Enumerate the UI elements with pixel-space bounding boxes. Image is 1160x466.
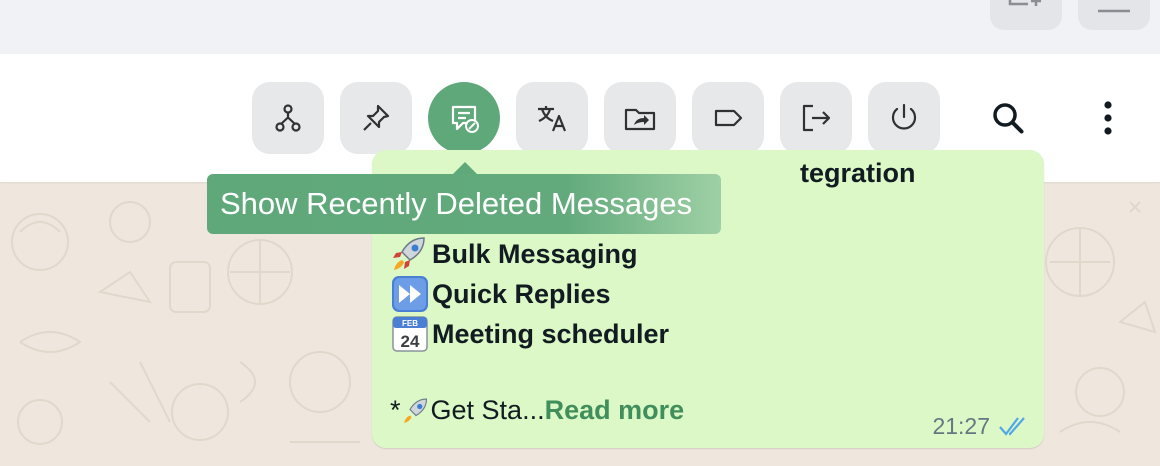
show-deleted-messages-button[interactable] (428, 82, 500, 154)
deleted-messages-icon (451, 105, 479, 133)
menu-button[interactable] (1078, 0, 1150, 30)
branch-icon (275, 104, 301, 132)
top-strip (0, 0, 1160, 54)
read-more-link[interactable]: Read more (545, 395, 685, 426)
menu-icon (1098, 9, 1130, 13)
calendar-day: 24 (401, 332, 420, 351)
cta-prefix: * (390, 395, 401, 425)
feature-label: Meeting scheduler (432, 318, 670, 349)
pin-button[interactable] (340, 82, 412, 154)
folder-share-icon (624, 108, 656, 131)
partial-feature-text: tegration (800, 158, 916, 188)
feature-label: Bulk Messaging (432, 238, 638, 269)
folder-share-button[interactable] (604, 82, 676, 154)
rocket-icon (393, 237, 425, 270)
fast-forward-icon (392, 276, 428, 312)
calendar-icon: FEB 24 (392, 316, 428, 352)
tooltip: Show Recently Deleted Messages (207, 174, 721, 234)
new-chat-button[interactable] (990, 0, 1062, 30)
search-icon (993, 103, 1024, 134)
feature-line-quick-replies: Quick Replies (390, 274, 611, 314)
cta-text: Get Sta... (430, 395, 545, 425)
double-check-icon (999, 417, 1025, 436)
branch-button[interactable] (252, 82, 324, 154)
feature-line-meeting-scheduler: FEB 24 Meeting scheduler (390, 314, 669, 354)
power-button[interactable] (868, 82, 940, 154)
logout-icon (802, 104, 831, 132)
search-button[interactable] (984, 94, 1032, 142)
more-options-button[interactable] (1084, 94, 1132, 142)
label-button[interactable] (692, 82, 764, 154)
feature-label: Quick Replies (432, 278, 611, 309)
power-icon (891, 103, 917, 130)
calendar-month: FEB (402, 319, 418, 328)
label-icon (714, 109, 743, 127)
pin-icon (363, 104, 390, 131)
feature-line-bulk-messaging: Bulk Messaging (390, 234, 638, 274)
logout-button[interactable] (780, 82, 852, 154)
translate-button[interactable] (516, 82, 588, 154)
more-vertical-icon (1104, 101, 1112, 135)
new-chat-icon (1008, 0, 1041, 6)
message-timestamp: 21:27 (932, 413, 990, 439)
translate-icon (538, 106, 567, 132)
message-cta: * Get Sta... Read more (390, 395, 684, 426)
rocket-icon (403, 397, 427, 423)
